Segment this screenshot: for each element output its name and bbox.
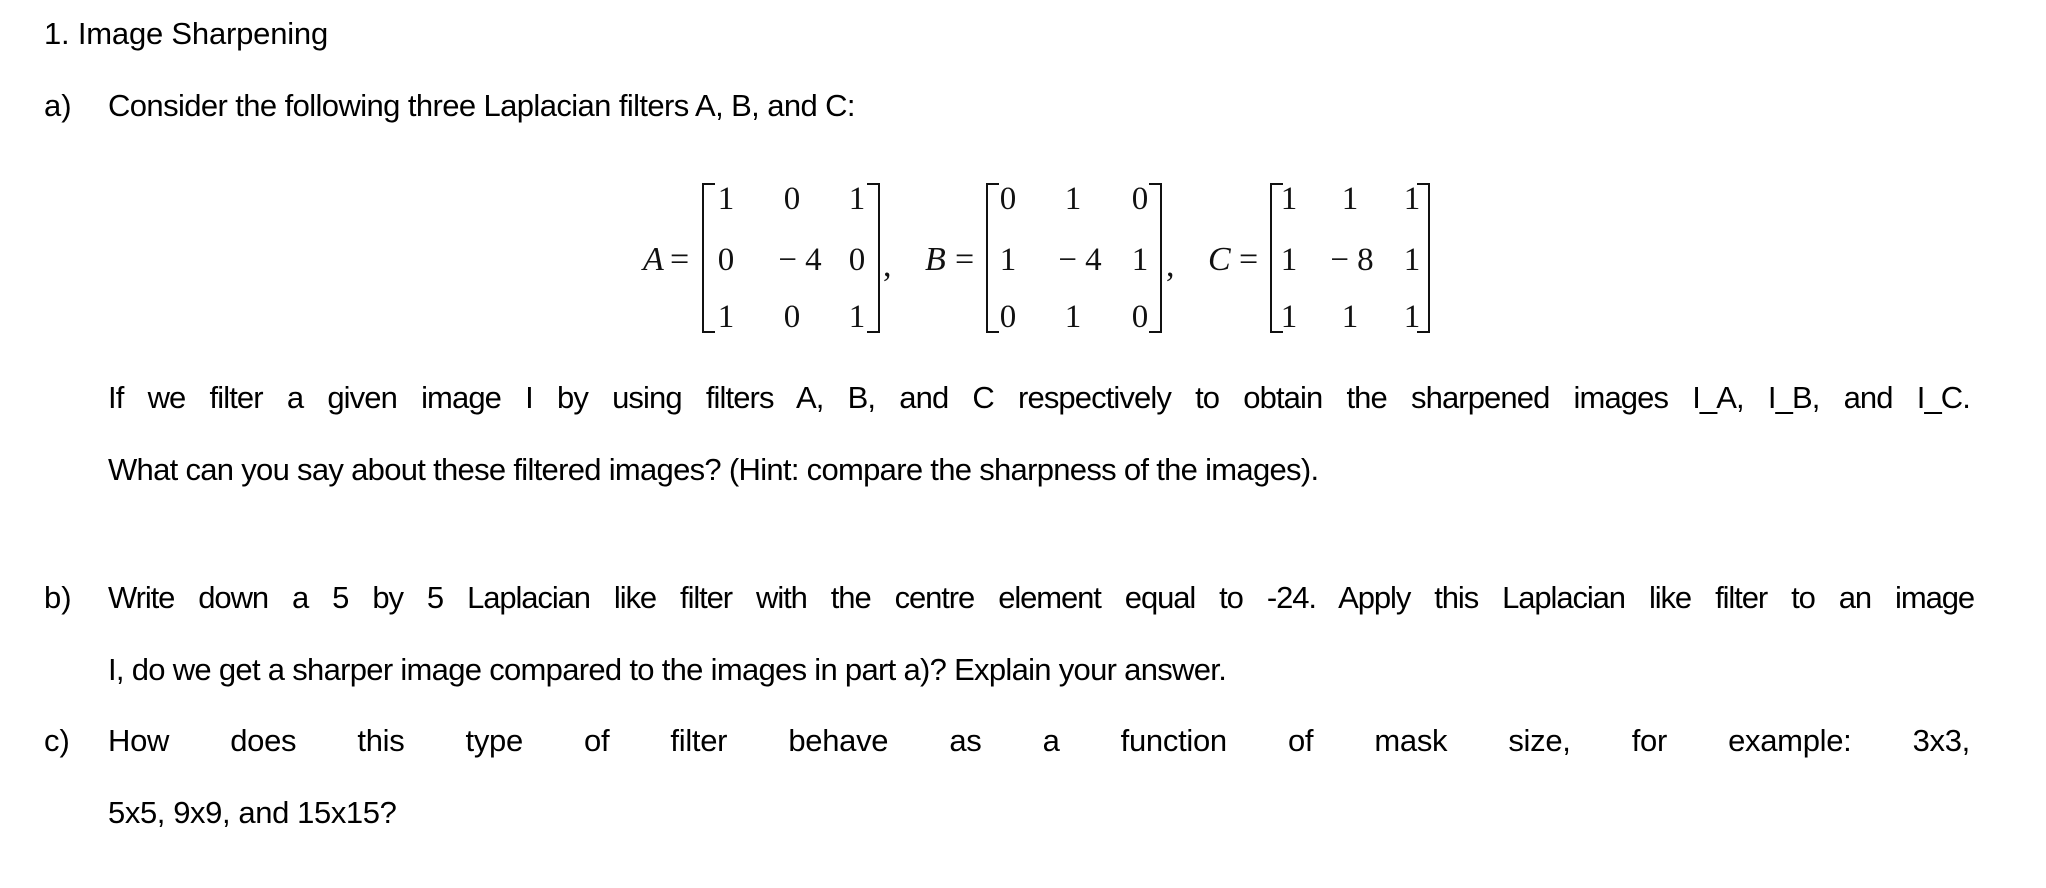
matrix-a-comma: , — [883, 247, 892, 284]
matrix-b-name: B — [925, 241, 946, 278]
part-c-label: c) — [44, 723, 70, 758]
matrix-a-cell: − 4 — [778, 242, 822, 278]
matrix-a-cell: 0 — [783, 299, 801, 335]
part-a-question-line-1: If we filter a given image I by using fi… — [108, 380, 1971, 415]
matrix-b-comma: , — [1166, 247, 1175, 284]
matrix-a-name: A — [643, 241, 664, 278]
matrix-b-cell: 1 — [1131, 242, 1149, 278]
matrix-c-name: C — [1208, 241, 1231, 278]
matrix-b-cell: − 4 — [1058, 242, 1102, 278]
matrix-b-cell: 1 — [1064, 299, 1082, 335]
matrix-c-cell: 1 — [1280, 181, 1298, 217]
part-b-line-1: Write down a 5 by 5 Laplacian like filte… — [108, 580, 1975, 615]
matrix-c-cell: 1 — [1403, 242, 1421, 278]
matrix-a-cell: 0 — [717, 242, 735, 278]
part-c-line-2: 5x5, 9x9, and 15x15? — [108, 795, 397, 830]
matrix-c-cell: 1 — [1403, 181, 1421, 217]
matrix-b-cell: 0 — [1131, 181, 1149, 217]
matrix-a-cell: 1 — [717, 299, 735, 335]
matrix-c-cell: − 8 — [1330, 242, 1374, 278]
matrix-b-equals: = — [955, 241, 975, 278]
matrix-c-cell: 1 — [1280, 299, 1298, 335]
section-title: 1. Image Sharpening — [44, 16, 329, 51]
matrix-b-cell: 1 — [999, 242, 1017, 278]
matrix-c-cell: 1 — [1280, 242, 1298, 278]
matrix-a-cell: 0 — [783, 181, 801, 217]
matrix-a-cell: 1 — [848, 181, 866, 217]
matrix-b-cell: 0 — [999, 299, 1017, 335]
part-a-label: a) — [44, 88, 72, 123]
part-c-line-1: How does this type of filter behave as a… — [108, 723, 1970, 758]
matrix-a-cell: 1 — [717, 181, 735, 217]
matrix-b-cell: 1 — [1064, 181, 1082, 217]
matrix-c-cell: 1 — [1341, 181, 1359, 217]
matrix-a-cell: 0 — [848, 242, 866, 278]
part-a-intro: Consider the following three Laplacian f… — [108, 88, 856, 123]
matrix-a-cell: 1 — [848, 299, 866, 335]
part-b-label: b) — [44, 580, 72, 615]
matrix-a-equals: = — [670, 241, 690, 278]
part-a-question-line-2: What can you say about these filtered im… — [108, 452, 1319, 487]
matrix-c-cell: 1 — [1403, 299, 1421, 335]
matrix-c-cell: 1 — [1341, 299, 1359, 335]
matrix-b-cell: 0 — [1131, 299, 1149, 335]
matrix-b-cell: 0 — [999, 181, 1017, 217]
part-b-line-2: I, do we get a sharper image compared to… — [108, 652, 1227, 687]
matrix-c-equals: = — [1239, 241, 1259, 278]
